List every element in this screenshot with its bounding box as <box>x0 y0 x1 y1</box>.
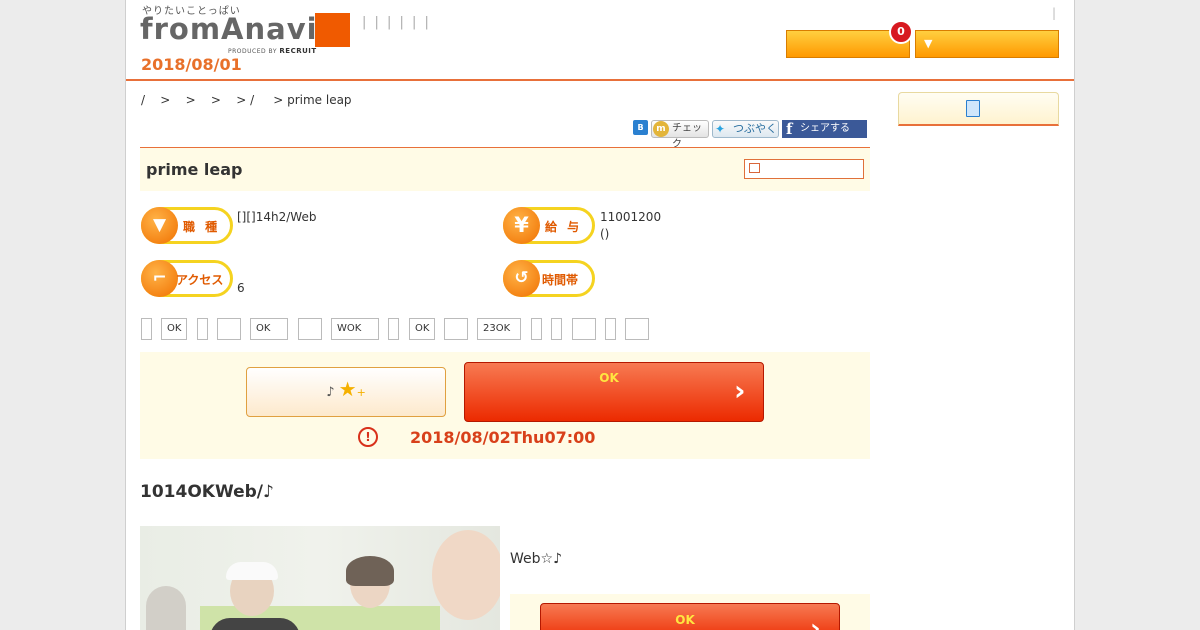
feature-tag <box>141 318 152 340</box>
apply-button-label: OK <box>599 371 619 385</box>
plus-icon: + <box>356 386 366 399</box>
alert-icon: ! <box>358 427 378 447</box>
hours-label: 時間帯 <box>542 273 579 287</box>
yen-icon: ¥ <box>503 207 540 244</box>
mixi-icon: m <box>653 121 669 137</box>
site-logo[interactable]: fromAnavi <box>140 12 318 46</box>
header-top-separator: | <box>1052 6 1057 20</box>
occupation-label: 職 種 <box>183 220 221 234</box>
favorites-count-badge: 0 <box>889 20 913 44</box>
feature-tag: OK <box>161 318 187 340</box>
twitter-bird-icon: ✦ <box>715 122 726 136</box>
external-window-icon <box>749 163 760 173</box>
feature-tag <box>388 318 399 340</box>
breadcrumb[interactable]: / > > > > / > prime leap <box>141 93 352 107</box>
access-label: アクセス <box>176 273 224 287</box>
clock-icon: ↺ <box>503 260 540 297</box>
chevron-right-icon: › <box>734 374 746 407</box>
feature-tag <box>197 318 208 340</box>
facebook-icon: f <box>786 120 793 138</box>
feature-tag <box>444 318 468 340</box>
logo-mark-icon <box>315 13 350 47</box>
document-icon <box>966 100 980 117</box>
access-value: 6 <box>237 281 245 295</box>
feature-tag <box>298 318 322 340</box>
recruit-label: RECRUIT <box>279 47 317 55</box>
feature-tag: OK <box>250 318 288 340</box>
star-plus-icon: ★ <box>338 377 357 401</box>
feature-tag <box>217 318 241 340</box>
produced-by-text: PRODUCED BY RECRUIT <box>228 47 317 55</box>
feature-tag: WOK <box>331 318 379 340</box>
feature-tag <box>605 318 616 340</box>
feature-tag <box>551 318 562 340</box>
produced-by-label: PRODUCED BY <box>228 48 277 55</box>
keep-button[interactable]: ♪ ★+ <box>246 367 446 417</box>
photo-person <box>432 530 500 620</box>
feature-tag: 23OK <box>477 318 521 340</box>
site-header: やりたいことっぱい fromAnavi PRODUCED BY RECRUIT … <box>126 0 1074 81</box>
workplace-photo <box>140 526 500 630</box>
train-icon: ⌐ <box>141 260 178 297</box>
company-name: prime leap <box>146 160 243 179</box>
company-info-button[interactable] <box>744 159 864 179</box>
photo-hair <box>346 556 394 586</box>
keep-label: ♪ <box>326 385 335 400</box>
menu-dropdown-button[interactable]: ▼ <box>915 30 1059 58</box>
chevron-right-icon: › <box>810 614 821 630</box>
salary-line1: 11001200 <box>600 210 662 224</box>
page: やりたいことっぱい fromAnavi PRODUCED BY RECRUIT … <box>125 0 1075 630</box>
apply-button-secondary-label: OK <box>675 613 695 627</box>
photo-shirt <box>210 618 300 630</box>
catch-copy: 1014OKWeb/♪ <box>140 482 274 502</box>
feature-tag: OK <box>409 318 435 340</box>
salary-label: 給 与 <box>545 220 583 234</box>
salary-line2: () <box>600 227 610 241</box>
current-date: 2018/08/01 <box>141 55 242 74</box>
photo-cap <box>226 562 278 580</box>
photo-person-partial <box>146 586 186 630</box>
feature-tag <box>572 318 596 340</box>
shirt-icon: ▼ <box>141 207 178 244</box>
feature-tag <box>625 318 649 340</box>
job-description: Web☆♪ <box>510 551 563 567</box>
hatena-bookmark-icon[interactable]: B <box>633 120 648 135</box>
occupation-value: [][]14h2/Web <box>237 210 317 224</box>
facebook-share-button[interactable]: シェアする <box>782 120 867 138</box>
deadline-text: 2018/08/02Thu07:00 <box>410 428 596 447</box>
feature-tag <box>531 318 542 340</box>
header-nav-links[interactable]: | | | | | | <box>362 15 431 30</box>
